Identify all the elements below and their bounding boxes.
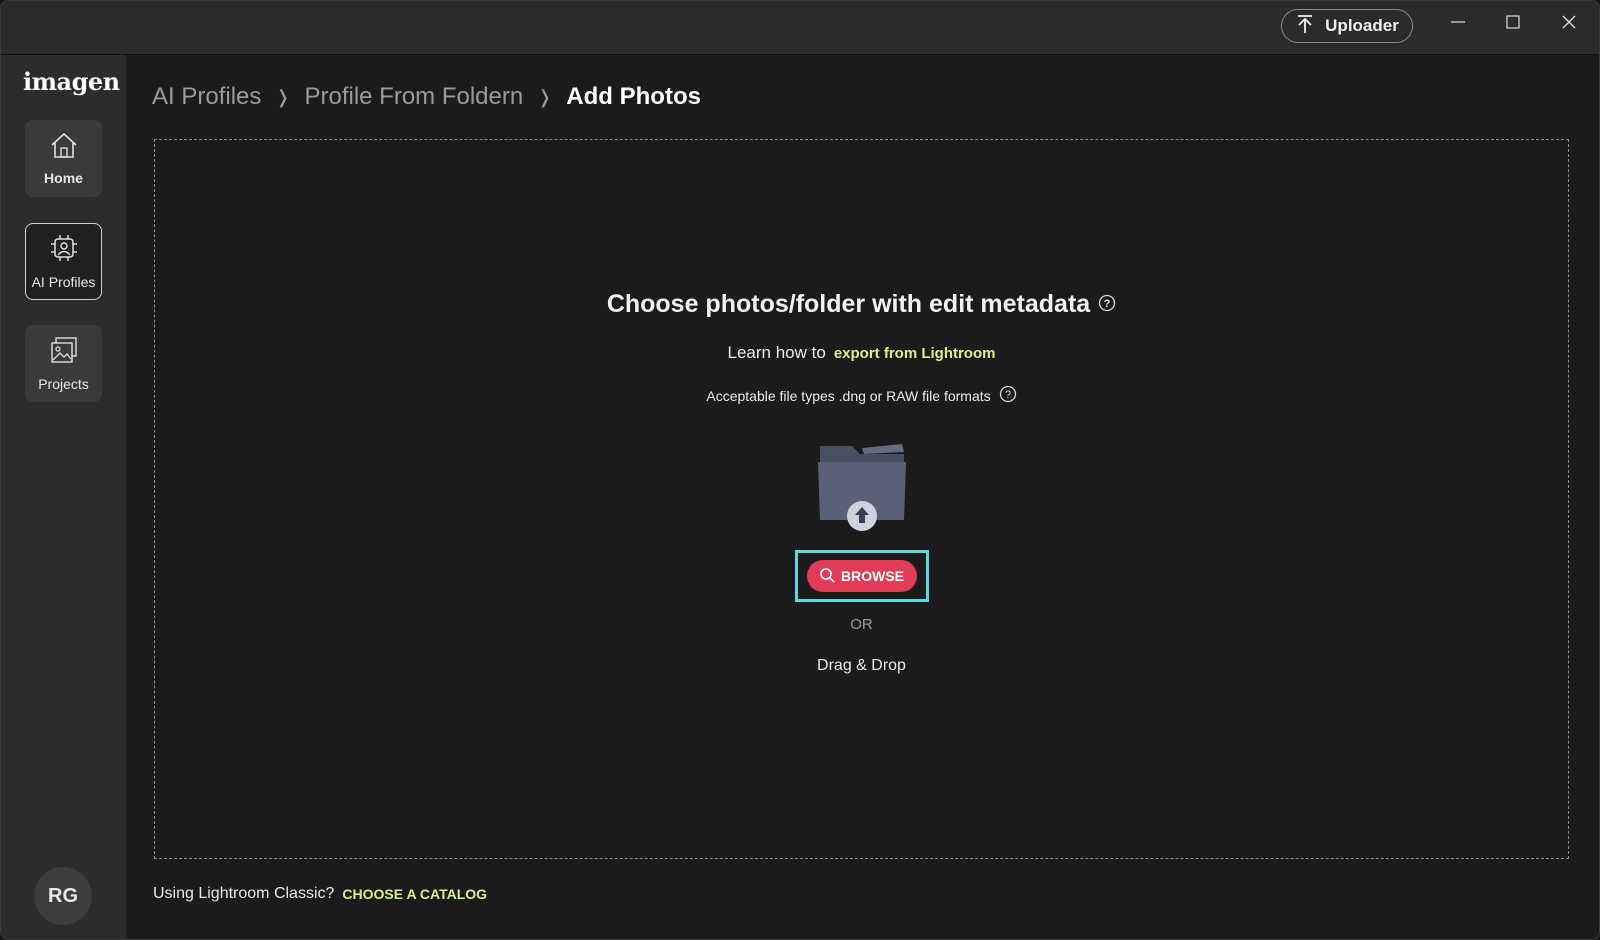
drag-drop-label: Drag & Drop bbox=[817, 657, 906, 674]
learn-row: Learn how to export from Lightroom bbox=[155, 343, 1568, 363]
maximize-button[interactable] bbox=[1493, 9, 1533, 39]
avatar[interactable]: RG bbox=[34, 867, 92, 925]
projects-icon bbox=[49, 335, 79, 370]
drop-zone[interactable]: Choose photos/folder with edit metadata … bbox=[154, 139, 1569, 859]
help-icon[interactable]: ? bbox=[999, 385, 1017, 406]
drop-zone-title-row: Choose photos/folder with edit metadata … bbox=[607, 290, 1116, 319]
app-logo: imagen bbox=[23, 67, 120, 96]
uploader-label: Uploader bbox=[1325, 16, 1399, 35]
chevron-right-icon: ❭ bbox=[537, 86, 553, 107]
sidebar-item-projects[interactable]: Projects bbox=[25, 325, 102, 402]
footer-prefix: Using Lightroom Classic? bbox=[153, 885, 335, 902]
export-lightroom-link[interactable]: export from Lightroom bbox=[834, 345, 996, 362]
sidebar-item-label: Home bbox=[44, 170, 83, 186]
breadcrumb-item-profile[interactable]: Profile From Foldern bbox=[304, 83, 523, 111]
footer: Using Lightroom Classic? CHOOSE A CATALO… bbox=[153, 885, 487, 903]
browse-label: BROWSE bbox=[841, 568, 904, 584]
minimize-button[interactable] bbox=[1438, 9, 1478, 39]
sidebar-item-label: Projects bbox=[38, 376, 89, 392]
svg-text:?: ? bbox=[1005, 389, 1011, 401]
browse-highlight: BROWSE bbox=[794, 550, 929, 602]
app-window: Uploader imagen Home AI Profiles Project… bbox=[0, 0, 1600, 940]
folder-upload-icon bbox=[812, 440, 912, 531]
ai-profile-icon bbox=[49, 233, 79, 268]
sidebar-item-ai-profiles[interactable]: AI Profiles bbox=[25, 223, 102, 300]
sidebar-item-home[interactable]: Home bbox=[25, 120, 102, 197]
sidebar: imagen Home AI Profiles Projects RG bbox=[1, 55, 126, 939]
search-icon bbox=[819, 567, 835, 586]
minimize-icon bbox=[1450, 14, 1466, 35]
help-icon[interactable]: ? bbox=[1098, 290, 1116, 319]
upload-icon bbox=[1295, 14, 1315, 39]
or-separator: OR bbox=[850, 616, 873, 633]
file-types-text: Acceptable file types .dng or RAW file f… bbox=[706, 387, 991, 404]
choose-catalog-link[interactable]: CHOOSE A CATALOG bbox=[342, 886, 487, 902]
maximize-icon bbox=[1505, 14, 1521, 35]
uploader-button[interactable]: Uploader bbox=[1281, 9, 1413, 43]
browse-button[interactable]: BROWSE bbox=[806, 560, 917, 592]
svg-text:?: ? bbox=[1104, 298, 1111, 310]
sidebar-item-label: AI Profiles bbox=[31, 274, 96, 290]
home-icon bbox=[49, 131, 79, 164]
breadcrumb: AI Profiles ❭ Profile From Foldern ❭ Add… bbox=[152, 79, 701, 115]
learn-prefix: Learn how to bbox=[727, 343, 826, 362]
breadcrumb-item-current: Add Photos bbox=[566, 83, 701, 110]
close-button[interactable] bbox=[1549, 9, 1589, 39]
chevron-right-icon: ❭ bbox=[275, 86, 291, 107]
file-types-row: Acceptable file types .dng or RAW file f… bbox=[155, 385, 1568, 406]
drop-zone-content: Choose photos/folder with edit metadata … bbox=[155, 290, 1568, 675]
close-icon bbox=[1561, 14, 1577, 35]
title-bar: Uploader bbox=[1, 1, 1599, 55]
breadcrumb-item-ai-profiles[interactable]: AI Profiles bbox=[152, 83, 261, 111]
drop-zone-title: Choose photos/folder with edit metadata bbox=[606, 290, 1091, 318]
